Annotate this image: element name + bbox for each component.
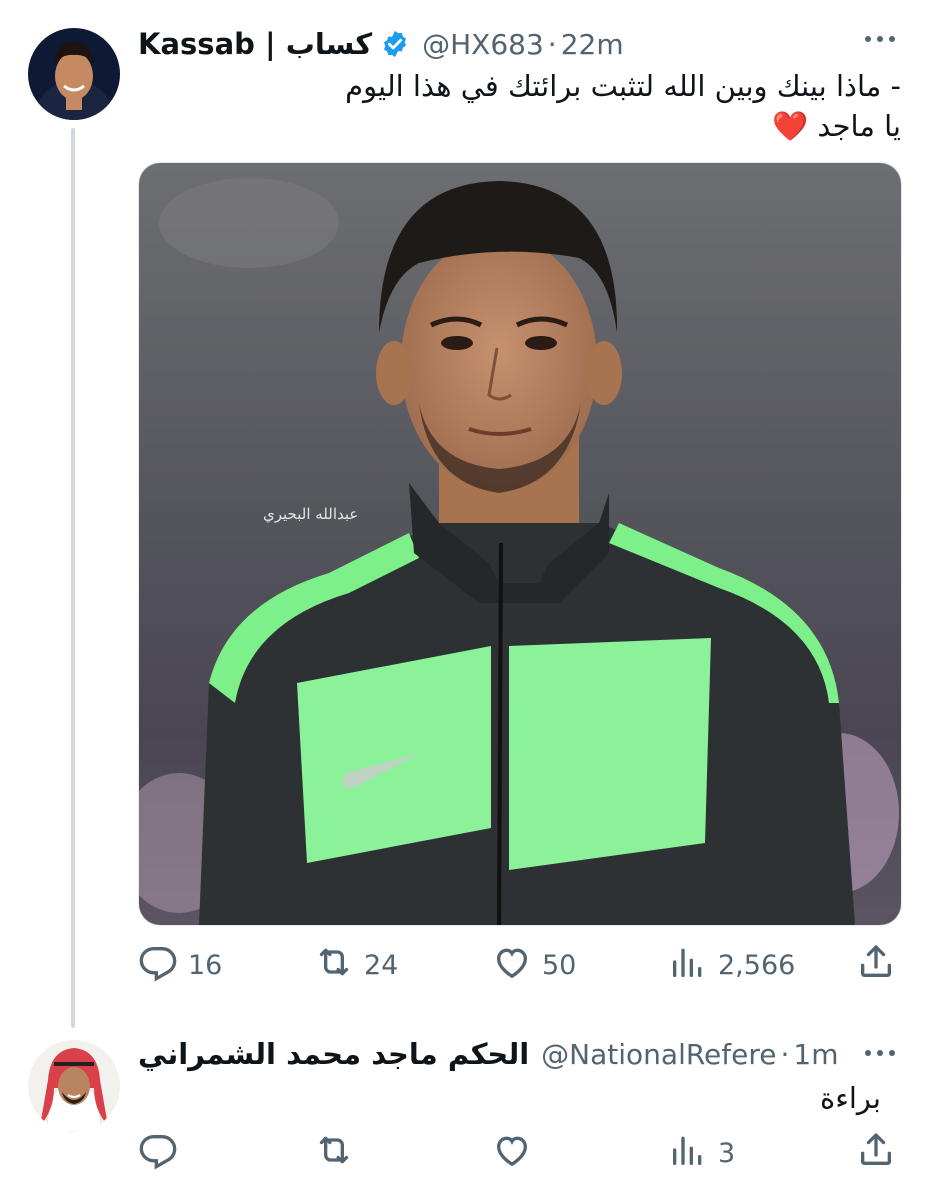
reply-count: 16 <box>188 950 223 981</box>
share-button[interactable] <box>856 942 896 989</box>
display-name[interactable]: الحكم ماجد محمد الشمراني <box>138 1037 529 1071</box>
like-icon <box>492 942 532 989</box>
display-name[interactable]: Kassab | كساب <box>138 27 372 61</box>
reply-icon <box>138 942 178 989</box>
like-button[interactable] <box>492 1130 542 1177</box>
avatar[interactable] <box>28 1040 120 1132</box>
retweet-button[interactable] <box>314 1130 364 1177</box>
more-icon[interactable] <box>862 1038 898 1074</box>
reply-button[interactable] <box>138 1130 188 1177</box>
share-button[interactable] <box>856 1130 896 1177</box>
tweet2-action-bar: 3 <box>138 1130 898 1174</box>
views-count: 2,566 <box>718 950 796 981</box>
share-icon <box>856 942 896 989</box>
reply-button[interactable]: 16 <box>138 942 222 989</box>
tweet2-header: الحكم ماجد محمد الشمراني @NationalRefere… <box>138 1034 838 1074</box>
like-count: 50 <box>542 950 577 981</box>
views-button[interactable]: 2,566 <box>668 942 795 989</box>
tweet1-header: Kassab | كساب @HX683 · 22m <box>138 24 624 64</box>
views-icon <box>668 942 708 989</box>
tweet-text-line-2: يا ماجد ❤️ <box>772 109 901 143</box>
reply-icon <box>138 1130 178 1177</box>
more-icon[interactable] <box>862 24 898 60</box>
retweet-button[interactable]: 24 <box>314 942 398 989</box>
separator-dot: · <box>547 27 557 61</box>
like-button[interactable]: 50 <box>492 942 576 989</box>
share-icon <box>856 1130 896 1177</box>
handle[interactable]: @HX683 <box>422 28 544 61</box>
timestamp[interactable]: 22m <box>561 28 624 61</box>
avatar[interactable] <box>28 28 120 120</box>
tweet1-action-bar: 16 24 50 2,566 <box>138 942 898 986</box>
separator-dot: · <box>780 1037 790 1071</box>
like-icon <box>492 1130 532 1177</box>
tweet-text: براءة <box>820 1081 881 1115</box>
verified-badge-icon <box>380 29 410 59</box>
retweet-icon <box>314 942 354 989</box>
retweet-icon <box>314 1130 354 1177</box>
tweet-media-photo[interactable]: عبدالله البحيري <box>138 162 902 926</box>
handle[interactable]: @NationalRefere <box>541 1038 776 1071</box>
views-button[interactable]: 3 <box>668 1130 735 1177</box>
tweet-text-line-1: - ماذا بينك وبين الله لتثبت برائتك في هذ… <box>345 69 901 103</box>
views-icon <box>668 1130 708 1177</box>
thread-connector-line <box>71 128 75 1028</box>
views-count: 3 <box>718 1138 736 1169</box>
media-watermark: عبدالله البحيري <box>263 505 358 523</box>
retweet-count: 24 <box>364 950 399 981</box>
timestamp[interactable]: 1m <box>793 1038 838 1071</box>
